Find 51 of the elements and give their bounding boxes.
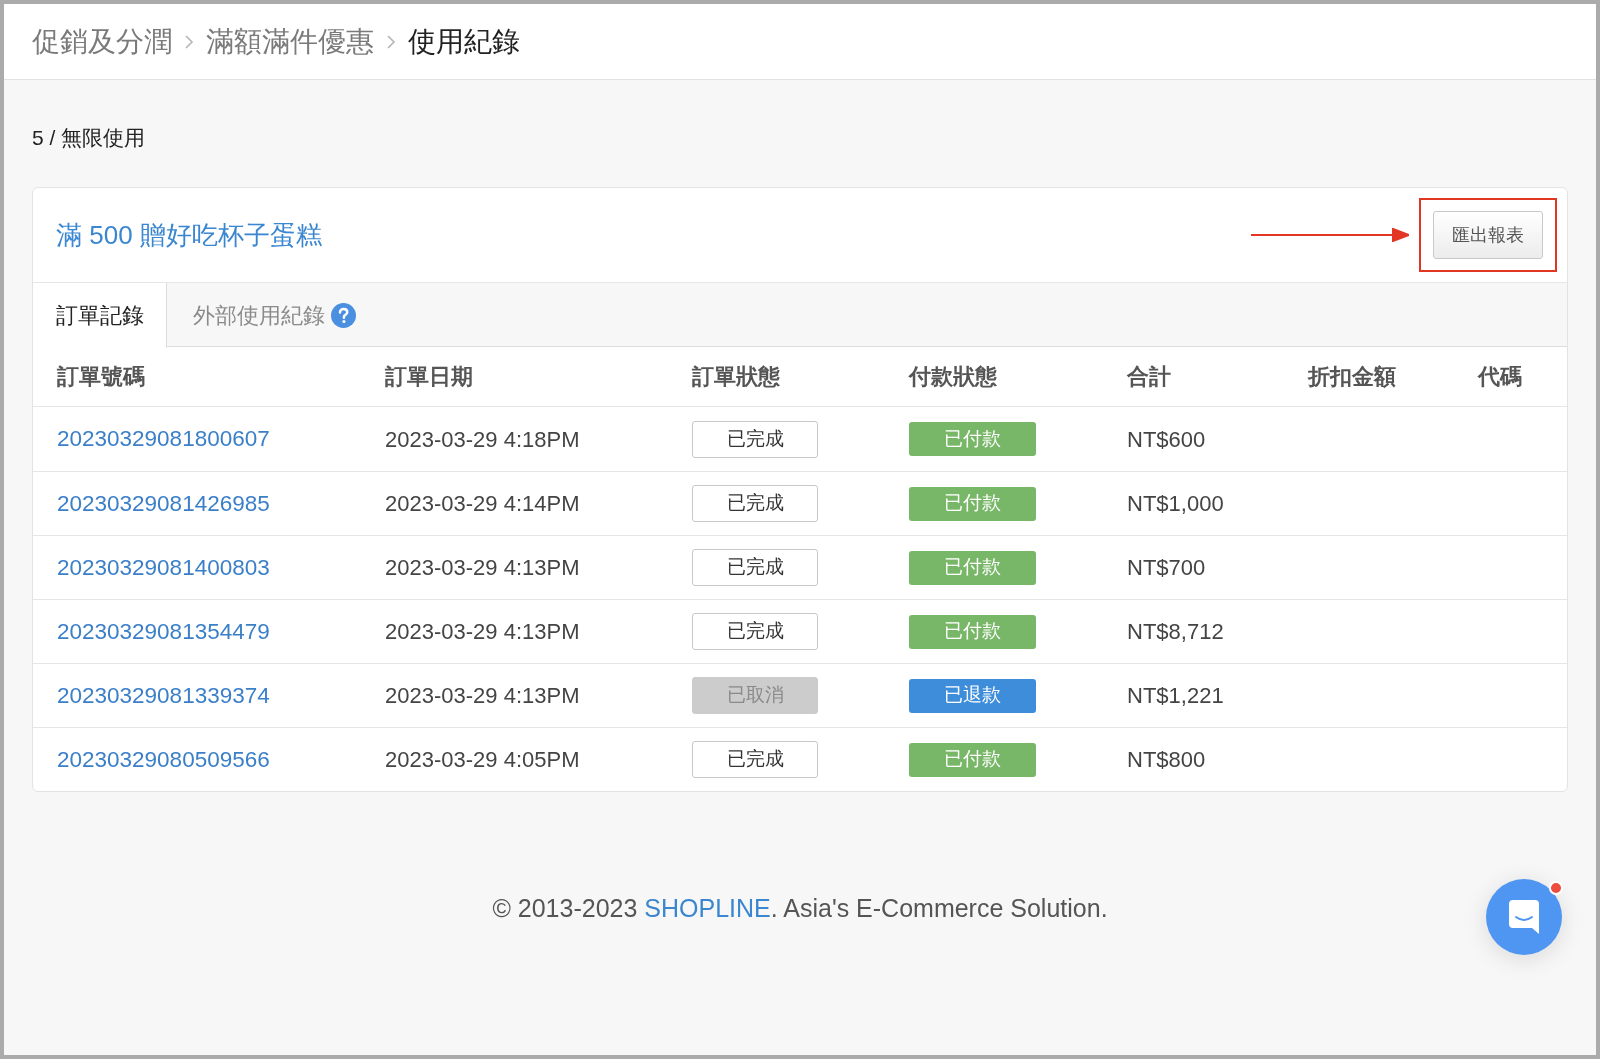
order-number-link[interactable]: 20230329081339374 (57, 678, 270, 713)
payment-status-badge: 已退款 (909, 678, 1036, 713)
payment-status-badge: 已付款 (909, 550, 1036, 585)
chevron-right-icon (184, 33, 194, 50)
payment-status-badge: 已付款 (909, 486, 1036, 521)
column-header: 代碼 (1478, 363, 1522, 391)
order-date-cell-text: 2023-03-29 4:14PM (385, 490, 580, 518)
order-status-badge: 已完成 (692, 741, 818, 778)
footer-copyright: © 2013-2023 SHOPLINE. Asia's E-Commerce Solution. (492, 893, 1108, 924)
total-cell-text: NT$800 (1127, 746, 1206, 774)
total-cell-text: NT$8,712 (1127, 618, 1224, 646)
column-header: 折扣金額 (1308, 363, 1396, 391)
payment-status-badge: 已付款 (909, 422, 1036, 456)
chat-bubble-icon (1508, 899, 1540, 935)
order-status-badge: 已完成 (692, 420, 818, 458)
column-header: 訂單狀態 (692, 363, 780, 391)
order-date-cell-text: 2023-03-29 4:13PM (385, 554, 580, 582)
order-number-link[interactable]: 20230329081800607 (57, 422, 270, 456)
breadcrumb-current: 使用紀錄 (408, 24, 520, 59)
breadcrumb-link[interactable]: 促銷及分潤 (32, 23, 172, 60)
column-header: 合計 (1127, 363, 1171, 391)
order-status-badge: 已完成 (692, 485, 818, 522)
total-cell-text: NT$600 (1127, 425, 1206, 454)
chevron-right-icon (386, 33, 396, 50)
order-number-link[interactable]: 20230329081354479 (57, 614, 270, 649)
payment-status-badge: 已付款 (909, 614, 1036, 649)
column-header: 訂單號碼 (57, 363, 145, 391)
column-header: 訂單日期 (385, 363, 473, 391)
order-number-link[interactable]: 20230329080509566 (57, 742, 270, 777)
total-cell-text: NT$700 (1127, 554, 1206, 582)
export-report-button[interactable]: 匯出報表 (1433, 211, 1543, 259)
order-status-badge: 已取消 (692, 677, 818, 714)
total-cell-text: NT$1,221 (1127, 682, 1224, 710)
breadcrumb-link[interactable]: 滿額滿件優惠 (206, 23, 374, 60)
order-status-badge: 已完成 (692, 613, 818, 650)
order-date-cell-text: 2023-03-29 4:13PM (385, 682, 580, 710)
tab[interactable]: 訂單記錄 (33, 283, 167, 348)
order-date-cell-text: 2023-03-29 4:18PM (385, 425, 580, 454)
column-header: 付款狀態 (909, 363, 997, 391)
order-date-cell-text: 2023-03-29 4:05PM (385, 746, 580, 774)
payment-status-badge: 已付款 (909, 742, 1036, 777)
help-icon[interactable] (331, 302, 356, 328)
order-number-link[interactable]: 20230329081400803 (57, 550, 270, 585)
shopline-link[interactable]: SHOPLINE (644, 894, 771, 922)
order-status-badge: 已完成 (692, 549, 818, 586)
promotion-title: 滿 500 贈好吃杯子蛋糕 (56, 219, 322, 252)
total-cell-text: NT$1,000 (1127, 490, 1224, 518)
order-number-link[interactable]: 20230329081426985 (57, 486, 270, 521)
tab[interactable]: 外部使用紀錄 (167, 283, 380, 347)
usage-count: 5 / 無限使用 (32, 125, 146, 151)
order-date-cell-text: 2023-03-29 4:13PM (385, 618, 580, 646)
